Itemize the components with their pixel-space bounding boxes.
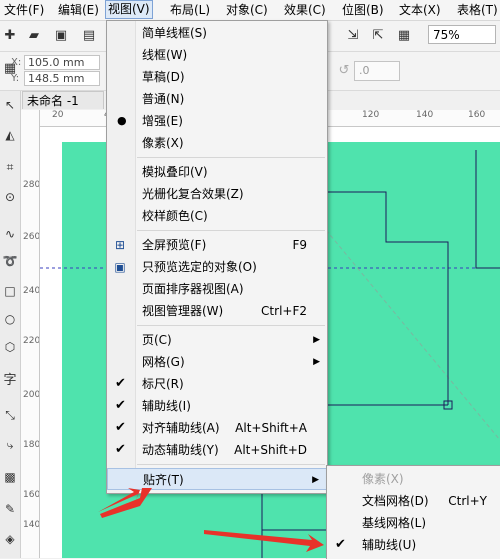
submenu-item-baseline-grid[interactable]: 基线网格(L) — [327, 512, 500, 534]
submenu-arrow-icon: ▶ — [313, 357, 320, 367]
checkmark-icon: ✔ — [115, 442, 126, 457]
preview-selected-icon: ▣ — [114, 260, 126, 274]
menu-item-wireframe[interactable]: 线框(W) — [107, 44, 327, 66]
menu-item-snap-to[interactable]: 贴齐(T) ▶ — [107, 468, 327, 490]
menu-item-proof-colors[interactable]: 校样颜色(C) — [107, 205, 327, 227]
fullscreen-preview-icon: ⊞ — [114, 238, 126, 252]
menu-item-pixels[interactable]: 像素(X) — [107, 132, 327, 154]
menu-separator — [137, 464, 325, 465]
drawn-path-lower — [261, 492, 326, 531]
menu-item-view-manager[interactable]: 视图管理器(W) Ctrl+F2 — [107, 300, 327, 322]
radio-dot-icon: ● — [117, 114, 127, 127]
checkmark-icon: ✔ — [115, 420, 126, 435]
menu-item-page[interactable]: 页(C) ▶ — [107, 329, 327, 351]
menu-item-enhanced[interactable]: ● 增强(E) — [107, 110, 327, 132]
submenu-item-pixels[interactable]: 像素(X) — [327, 468, 500, 490]
menu-separator — [137, 230, 325, 231]
drawn-path-right — [475, 150, 500, 269]
drawn-path — [326, 191, 449, 405]
menu-item-guidelines[interactable]: ✔ 辅助线(I) — [107, 395, 327, 417]
snap-to-submenu: 像素(X) 文档网格(D) Ctrl+Y 基线网格(L) ✔ 辅助线(U) — [326, 465, 500, 559]
menu-item-normal[interactable]: 普通(N) — [107, 88, 327, 110]
menu-item-dynamic-guides[interactable]: ✔ 动态辅助线(Y) Alt+Shift+D — [107, 439, 327, 461]
menu-item-alignment-guides[interactable]: ✔ 对齐辅助线(A) Alt+Shift+A — [107, 417, 327, 439]
menu-item-preview-selected[interactable]: ▣ 只预览选定的对象(O) — [107, 256, 327, 278]
checkmark-icon: ✔ — [335, 537, 346, 552]
menu-item-full-screen-preview[interactable]: ⊞ 全屏预览(F) F9 — [107, 234, 327, 256]
menu-item-grid[interactable]: 网格(G) ▶ — [107, 351, 327, 373]
menu-item-simple-wireframe[interactable]: 简单线框(S) — [107, 22, 327, 44]
menu-item-simulate-overprint[interactable]: 模拟叠印(V) — [107, 161, 327, 183]
submenu-arrow-icon: ▶ — [312, 475, 319, 485]
menu-separator — [137, 325, 325, 326]
checkmark-icon: ✔ — [115, 398, 126, 413]
submenu-arrow-icon: ▶ — [313, 335, 320, 345]
view-menu-dropdown: 简单线框(S) 线框(W) 草稿(D) 普通(N) ● 增强(E) 像素(X) 模… — [106, 20, 328, 494]
checkmark-icon: ✔ — [115, 376, 126, 391]
angled-guideline — [325, 229, 500, 441]
menu-separator — [137, 157, 325, 158]
submenu-item-guidelines[interactable]: ✔ 辅助线(U) — [327, 534, 500, 556]
menu-item-rasterize-composite[interactable]: 光栅化复合效果(Z) — [107, 183, 327, 205]
menu-item-draft[interactable]: 草稿(D) — [107, 66, 327, 88]
menu-item-page-sorter[interactable]: 页面排序器视图(A) — [107, 278, 327, 300]
submenu-item-document-grid[interactable]: 文档网格(D) Ctrl+Y — [327, 490, 500, 512]
menu-item-rulers[interactable]: ✔ 标尺(R) — [107, 373, 327, 395]
